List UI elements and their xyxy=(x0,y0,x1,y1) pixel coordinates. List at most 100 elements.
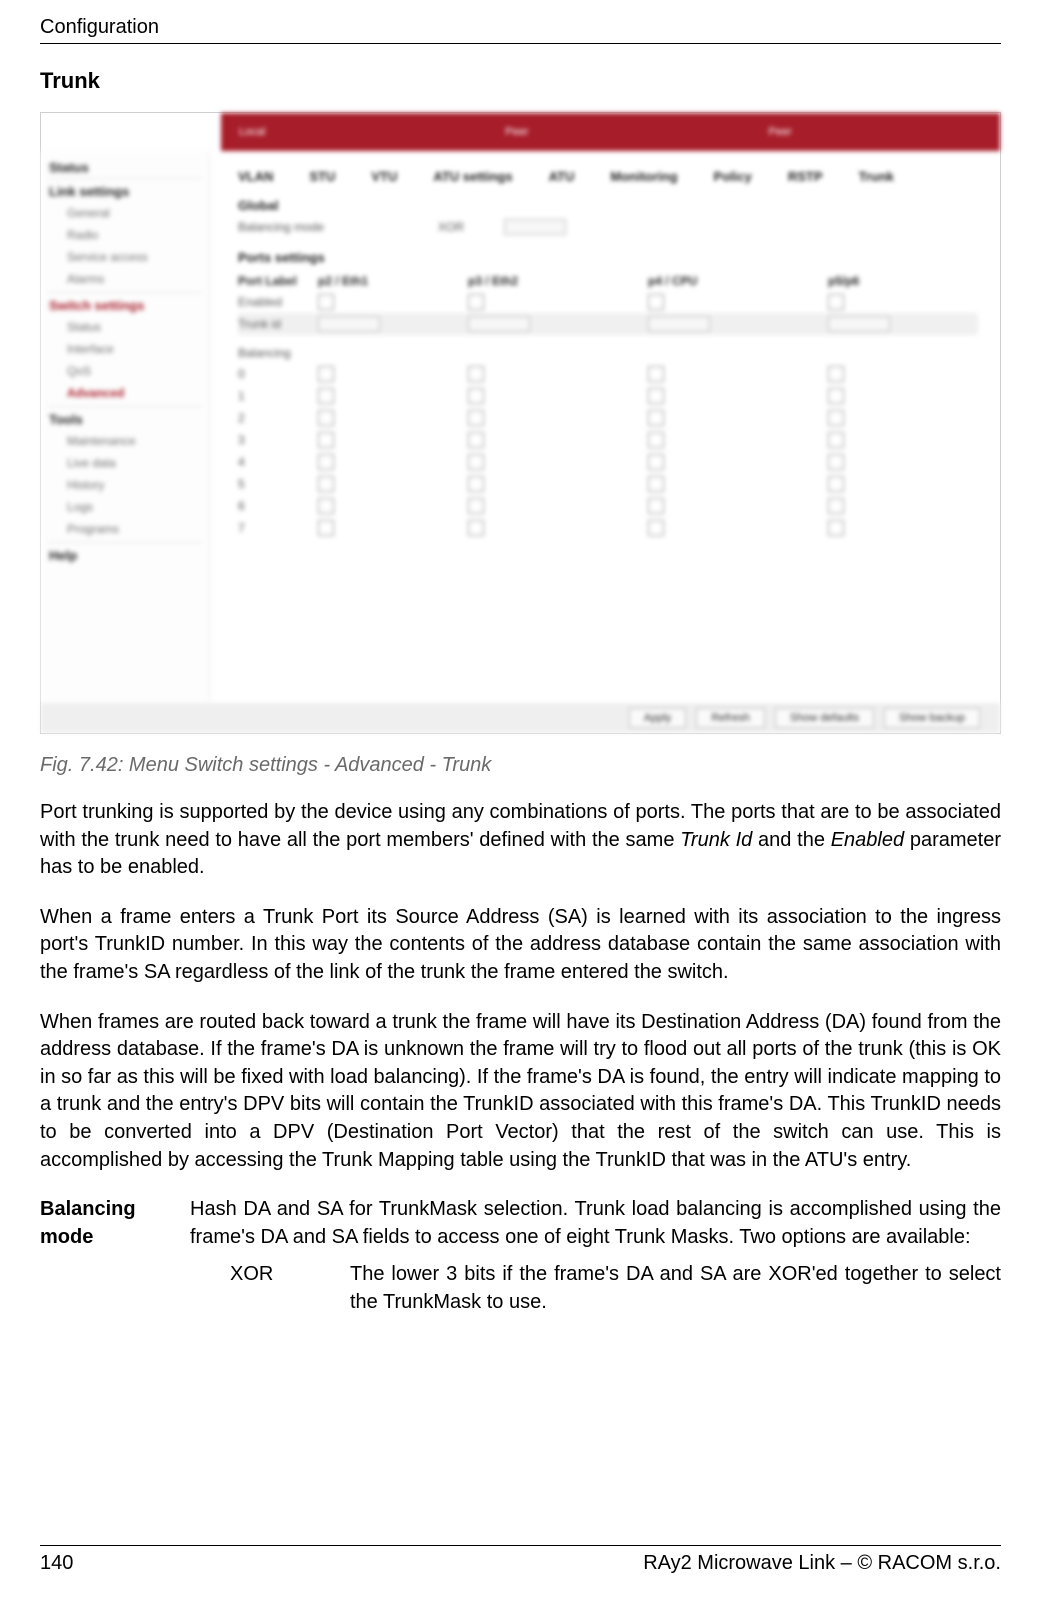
mask-row: 0 xyxy=(238,367,318,381)
sidebar-item[interactable]: Status xyxy=(49,316,201,338)
figure-caption: Fig. 7.42: Menu Switch settings - Advanc… xyxy=(40,754,1001,777)
checkbox[interactable] xyxy=(828,498,844,514)
sidebar-item[interactable]: Interface xyxy=(49,338,201,360)
checkbox[interactable] xyxy=(318,454,334,470)
tab[interactable]: VLAN xyxy=(238,169,273,184)
checkbox[interactable] xyxy=(828,388,844,404)
checkbox[interactable] xyxy=(318,476,334,492)
sidebar-item[interactable]: Alarms xyxy=(49,268,201,290)
checkbox[interactable] xyxy=(828,366,844,382)
sidebar-item[interactable]: QoS xyxy=(49,360,201,382)
col-head: p4 / CPU xyxy=(648,274,828,288)
sidebar-item[interactable]: History xyxy=(49,474,201,496)
checkbox[interactable] xyxy=(648,432,664,448)
figure-bottom-bar: Apply Refresh Show defaults Show backup xyxy=(41,703,1000,733)
definition-sub-value: The lower 3 bits if the frame's DA and S… xyxy=(350,1261,1001,1316)
col-head: p5/p6 xyxy=(828,274,978,288)
checkbox[interactable] xyxy=(468,454,484,470)
sidebar-item[interactable]: Live data xyxy=(49,452,201,474)
row-label: Enabled xyxy=(238,295,318,309)
select[interactable] xyxy=(318,316,380,332)
checkbox[interactable] xyxy=(648,388,664,404)
footer-right: RAy2 Microwave Link – © RACOM s.r.o. xyxy=(643,1552,1001,1575)
sidebar-group-head: Link settings xyxy=(49,185,201,198)
ports-grid: Port Label p2 / Eth1 p3 / Eth2 p4 / CPU … xyxy=(238,271,978,539)
mask-row: 3 xyxy=(238,433,318,447)
show-backup-button[interactable]: Show backup xyxy=(884,708,980,728)
checkbox[interactable] xyxy=(468,388,484,404)
balancing-mode-value[interactable]: XOR xyxy=(438,220,464,234)
checkbox[interactable] xyxy=(318,366,334,382)
tab[interactable]: Trunk xyxy=(859,169,894,184)
sidebar-item[interactable]: Maintenance xyxy=(49,430,201,452)
row-label: Balancing xyxy=(238,346,318,360)
apply-button[interactable]: Apply xyxy=(629,708,687,728)
sidebar-item[interactable]: Radio xyxy=(49,224,201,246)
sidebar-item[interactable]: Programs xyxy=(49,518,201,540)
mask-row: 1 xyxy=(238,389,318,403)
col-head: p3 / Eth2 xyxy=(468,274,648,288)
select[interactable] xyxy=(468,316,530,332)
checkbox[interactable] xyxy=(468,498,484,514)
select[interactable] xyxy=(648,316,710,332)
term-trunk-id: Trunk Id xyxy=(680,829,752,851)
checkbox[interactable] xyxy=(648,366,664,382)
section-title: Trunk xyxy=(40,68,1001,94)
page-number: 140 xyxy=(40,1552,73,1575)
show-defaults-button[interactable]: Show defaults xyxy=(775,708,874,728)
checkbox[interactable] xyxy=(468,294,484,310)
tabs-row: VLAN STU VTU ATU settings ATU Monitoring… xyxy=(238,159,978,194)
checkbox[interactable] xyxy=(468,410,484,426)
row-label: Trunk id xyxy=(238,317,318,331)
balancing-mode-select[interactable] xyxy=(504,219,566,235)
sidebar-group-head: Switch settings xyxy=(49,299,201,312)
checkbox[interactable] xyxy=(828,476,844,492)
sidebar-item[interactable]: Logs xyxy=(49,496,201,518)
checkbox[interactable] xyxy=(828,294,844,310)
config-screenshot-figure: Local Peer Peer Status Link settings Gen… xyxy=(40,112,1001,734)
page-footer: 140 RAy2 Microwave Link – © RACOM s.r.o. xyxy=(40,1545,1001,1575)
checkbox[interactable] xyxy=(648,498,664,514)
checkbox[interactable] xyxy=(318,388,334,404)
checkbox[interactable] xyxy=(468,520,484,536)
checkbox[interactable] xyxy=(318,294,334,310)
paragraph-3: When frames are routed back toward a tru… xyxy=(40,1009,1001,1175)
tab[interactable]: ATU xyxy=(549,169,575,184)
sidebar-item[interactable]: General xyxy=(49,202,201,224)
mask-row: 2 xyxy=(238,411,318,425)
tab[interactable]: STU xyxy=(309,169,335,184)
checkbox[interactable] xyxy=(318,410,334,426)
tab[interactable]: RSTP xyxy=(788,169,823,184)
global-heading: Global xyxy=(238,198,978,213)
checkbox[interactable] xyxy=(318,520,334,536)
sidebar-group-head: Tools xyxy=(49,413,201,426)
sidebar-group-head: Status xyxy=(49,161,201,174)
tab[interactable]: Policy xyxy=(714,169,752,184)
checkbox[interactable] xyxy=(828,410,844,426)
checkbox[interactable] xyxy=(828,454,844,470)
checkbox[interactable] xyxy=(648,520,664,536)
checkbox[interactable] xyxy=(468,366,484,382)
topbar-label: Peer xyxy=(769,126,792,138)
checkbox[interactable] xyxy=(318,498,334,514)
refresh-button[interactable]: Refresh xyxy=(696,708,765,728)
checkbox[interactable] xyxy=(648,454,664,470)
checkbox[interactable] xyxy=(648,476,664,492)
sidebar-item-advanced[interactable]: Advanced xyxy=(49,382,201,404)
checkbox[interactable] xyxy=(828,520,844,536)
figure-top-bar: Local Peer Peer xyxy=(41,113,1000,151)
topbar-label: Local xyxy=(239,126,265,138)
checkbox[interactable] xyxy=(648,294,664,310)
checkbox[interactable] xyxy=(318,432,334,448)
select[interactable] xyxy=(828,316,890,332)
sidebar-item[interactable]: Service access xyxy=(49,246,201,268)
tab[interactable]: ATU settings xyxy=(433,169,512,184)
checkbox[interactable] xyxy=(828,432,844,448)
checkbox[interactable] xyxy=(648,410,664,426)
ports-heading: Ports settings xyxy=(238,250,978,265)
tab[interactable]: Monitoring xyxy=(610,169,677,184)
checkbox[interactable] xyxy=(468,432,484,448)
checkbox[interactable] xyxy=(468,476,484,492)
tab[interactable]: VTU xyxy=(371,169,397,184)
topbar-label: Peer xyxy=(505,126,528,138)
